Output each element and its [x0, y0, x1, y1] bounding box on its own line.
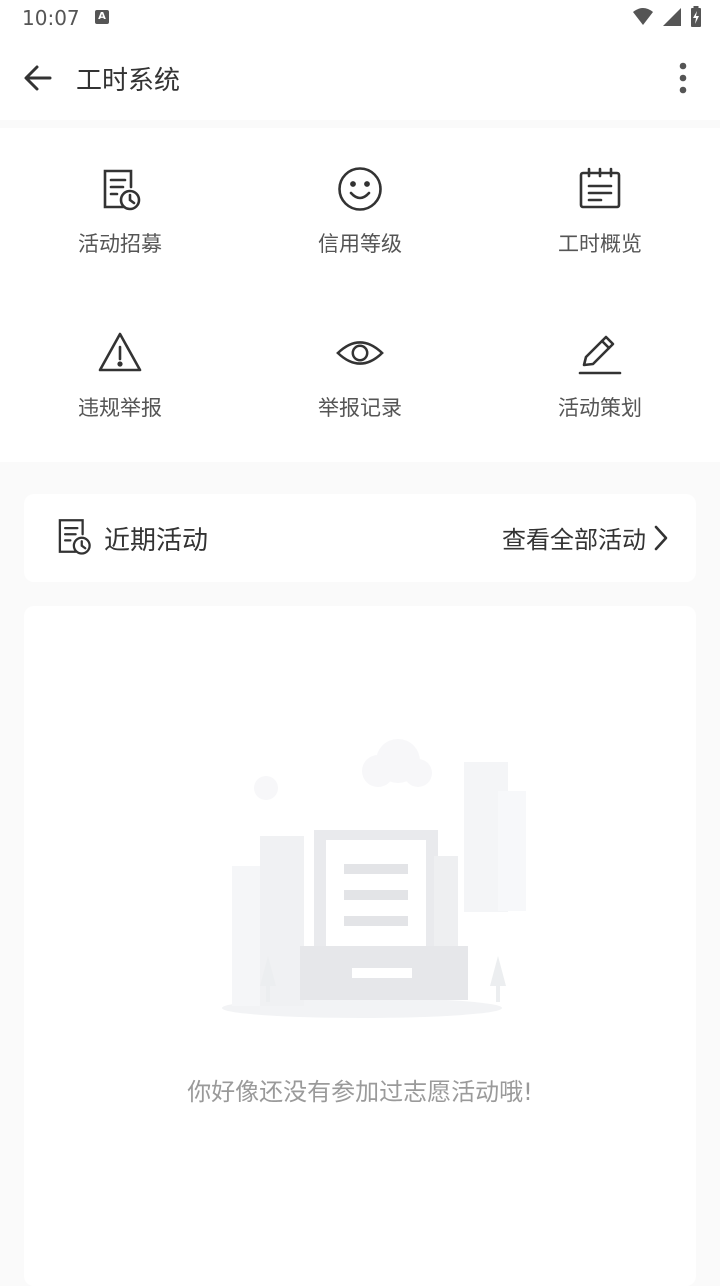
pencil-icon	[575, 328, 625, 378]
recent-doc-clock-icon	[52, 514, 94, 562]
menu-hours-overview[interactable]: 工时概览	[480, 128, 720, 278]
status-bar: 10:07 A	[0, 0, 720, 36]
chevron-right-icon	[654, 525, 668, 550]
more-vertical-icon	[679, 62, 687, 94]
view-all-label: 查看全部活动	[502, 526, 646, 554]
status-icons	[632, 6, 702, 28]
recent-activities-header: 近期活动 查看全部活动	[24, 494, 696, 582]
recruit-doc-clock-icon	[95, 164, 145, 214]
eye-icon	[335, 328, 385, 378]
status-time: 10:07	[22, 6, 80, 30]
menu-activity-planning[interactable]: 活动策划	[480, 292, 720, 442]
empty-state-illustration	[202, 736, 542, 1026]
function-grid: 活动招募 信用等级 工时概览 违规举报 举报记录 活动策划	[0, 128, 720, 462]
menu-label: 活动招募	[78, 232, 162, 256]
menu-label: 违规举报	[78, 396, 162, 420]
cellular-signal-icon	[663, 8, 681, 26]
menu-activity-recruit[interactable]: 活动招募	[0, 128, 240, 278]
notepad-icon	[575, 164, 625, 214]
menu-label: 信用等级	[318, 232, 402, 256]
page-title: 工时系统	[76, 66, 181, 96]
more-options-button[interactable]	[668, 56, 698, 100]
menu-credit-level[interactable]: 信用等级	[240, 128, 480, 278]
view-all-activities-link[interactable]: 查看全部活动	[502, 520, 668, 555]
battery-charging-icon	[691, 6, 701, 27]
menu-label: 举报记录	[318, 396, 402, 420]
arrow-left-icon	[24, 65, 52, 91]
menu-label: 活动策划	[558, 396, 642, 420]
wifi-icon	[633, 8, 653, 25]
recent-activities-title: 近期活动	[104, 526, 209, 556]
menu-report-records[interactable]: 举报记录	[240, 292, 480, 442]
app-bar: 工时系统	[0, 36, 720, 120]
recent-activities-list: 你好像还没有参加过志愿活动哦!	[24, 606, 696, 1286]
menu-label: 工时概览	[558, 232, 642, 256]
notification-a-icon: A	[95, 10, 109, 24]
menu-violation-report[interactable]: 违规举报	[0, 292, 240, 442]
smiley-icon	[335, 164, 385, 214]
warning-triangle-icon	[95, 328, 145, 378]
back-button[interactable]	[18, 56, 58, 100]
empty-state-message: 你好像还没有参加过志愿活动哦!	[187, 1078, 533, 1106]
